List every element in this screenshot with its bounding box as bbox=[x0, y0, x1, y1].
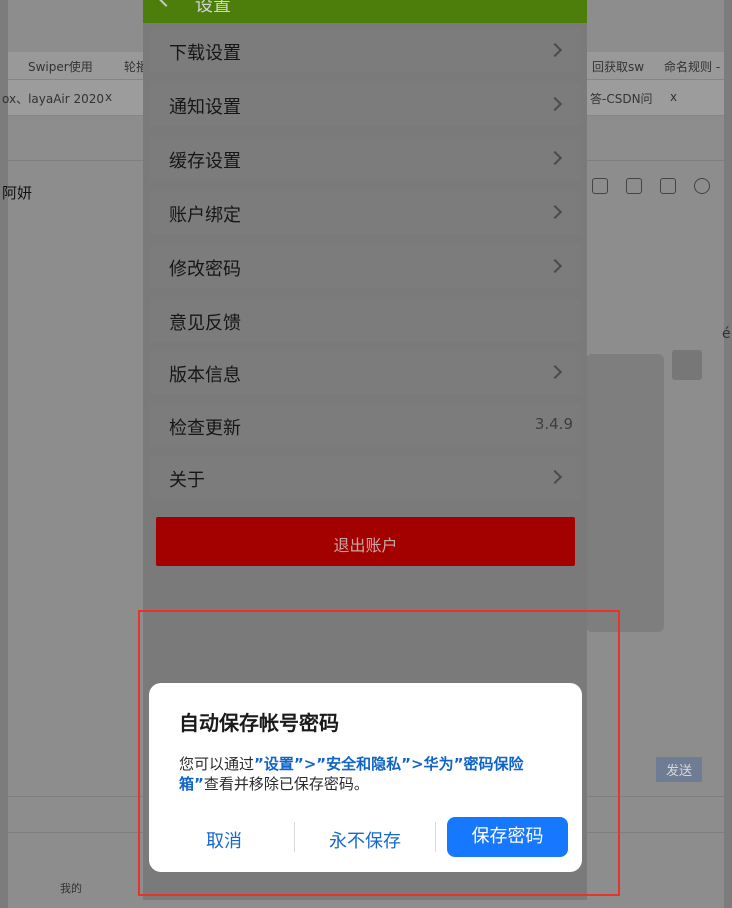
background-edge-char: é bbox=[722, 326, 731, 342]
logout-button[interactable]: 退出账户 bbox=[156, 517, 575, 566]
menu-item-label: 修改密码 bbox=[169, 259, 241, 280]
cancel-button[interactable]: 取消 bbox=[206, 827, 242, 853]
add-icon[interactable] bbox=[660, 178, 676, 194]
menu-item-cache-settings[interactable]: 缓存设置 bbox=[150, 137, 580, 180]
avatar bbox=[672, 350, 702, 380]
menu-item-account-binding[interactable]: 账户绑定 bbox=[150, 191, 580, 234]
screen-icon[interactable] bbox=[592, 178, 608, 194]
bookmark-getsw[interactable]: 回获取sw bbox=[592, 58, 644, 75]
background-thumbnail bbox=[586, 354, 664, 632]
background-mine-text: 我的 bbox=[60, 882, 82, 895]
dialog-message-prefix: 您可以通过 bbox=[179, 755, 255, 773]
menu-item-label: 版本信息 bbox=[169, 365, 241, 386]
menu-item-about[interactable]: 关于 bbox=[150, 456, 580, 499]
menu-item-label: 账户绑定 bbox=[169, 205, 241, 226]
settings-header: 设置 bbox=[143, 0, 587, 23]
menu-item-label: 检查更新 bbox=[169, 418, 241, 439]
background-name-text: 阿妍 bbox=[2, 184, 33, 202]
page-title: 设置 bbox=[195, 0, 231, 16]
button-divider bbox=[294, 822, 295, 852]
back-icon[interactable] bbox=[156, 0, 176, 7]
tab-close-icon-2[interactable]: x bbox=[670, 90, 677, 104]
bookmark-naming[interactable]: 命名规则 - bbox=[664, 58, 720, 75]
dialog-message: 您可以通过”设置”>”安全和隐私”>华为”密码保险箱”查看并移除已保存密码。 bbox=[179, 754, 559, 794]
share-screen-icon[interactable] bbox=[626, 178, 642, 194]
logout-label: 退出账户 bbox=[333, 536, 398, 555]
menu-item-download-settings[interactable]: 下载设置 bbox=[150, 29, 580, 72]
bookmark-swiper[interactable]: Swiper使用 bbox=[28, 58, 93, 75]
chevron-right-icon bbox=[547, 150, 563, 166]
version-number: 3.4.9 bbox=[534, 415, 573, 433]
send-button[interactable]: 发送 bbox=[656, 757, 703, 782]
chevron-right-icon bbox=[547, 204, 563, 220]
menu-item-feedback[interactable]: 意见反馈 bbox=[150, 299, 580, 342]
settings-icon[interactable] bbox=[694, 178, 710, 194]
save-password-dialog: 自动保存帐号密码 您可以通过”设置”>”安全和隐私”>华为”密码保险箱”查看并移… bbox=[149, 683, 582, 872]
button-divider bbox=[435, 822, 436, 852]
tab-laya[interactable]: ox、layaAir 2020 bbox=[2, 90, 104, 107]
menu-item-label: 关于 bbox=[169, 470, 205, 491]
save-password-button[interactable]: 保存密码 bbox=[447, 817, 568, 857]
dialog-message-suffix: 查看并移除已保存密码。 bbox=[203, 775, 369, 793]
chevron-right-icon bbox=[547, 96, 563, 112]
tab-csdn[interactable]: 答-CSDN问 bbox=[590, 90, 653, 107]
dialog-title: 自动保存帐号密码 bbox=[179, 711, 339, 735]
left-window-edge bbox=[0, 0, 8, 908]
chevron-right-icon bbox=[547, 258, 563, 274]
menu-item-version-info[interactable]: 版本信息 bbox=[150, 351, 580, 394]
chevron-right-icon bbox=[547, 42, 563, 58]
right-window-edge bbox=[724, 0, 732, 908]
menu-item-notification-settings[interactable]: 通知设置 bbox=[150, 83, 580, 126]
menu-item-label: 下载设置 bbox=[169, 43, 241, 64]
menu-item-change-password[interactable]: 修改密码 bbox=[150, 245, 580, 288]
never-save-button[interactable]: 永不保存 bbox=[329, 827, 401, 853]
chevron-right-icon bbox=[547, 364, 563, 380]
menu-item-label: 缓存设置 bbox=[169, 151, 241, 172]
save-password-label: 保存密码 bbox=[471, 826, 544, 847]
tab-close-icon[interactable]: x bbox=[105, 90, 112, 104]
menu-item-check-update[interactable]: 检查更新 3.4.9 bbox=[150, 404, 580, 447]
menu-item-label: 意见反馈 bbox=[169, 313, 241, 334]
menu-item-label: 通知设置 bbox=[169, 97, 241, 118]
chevron-right-icon bbox=[547, 469, 563, 485]
